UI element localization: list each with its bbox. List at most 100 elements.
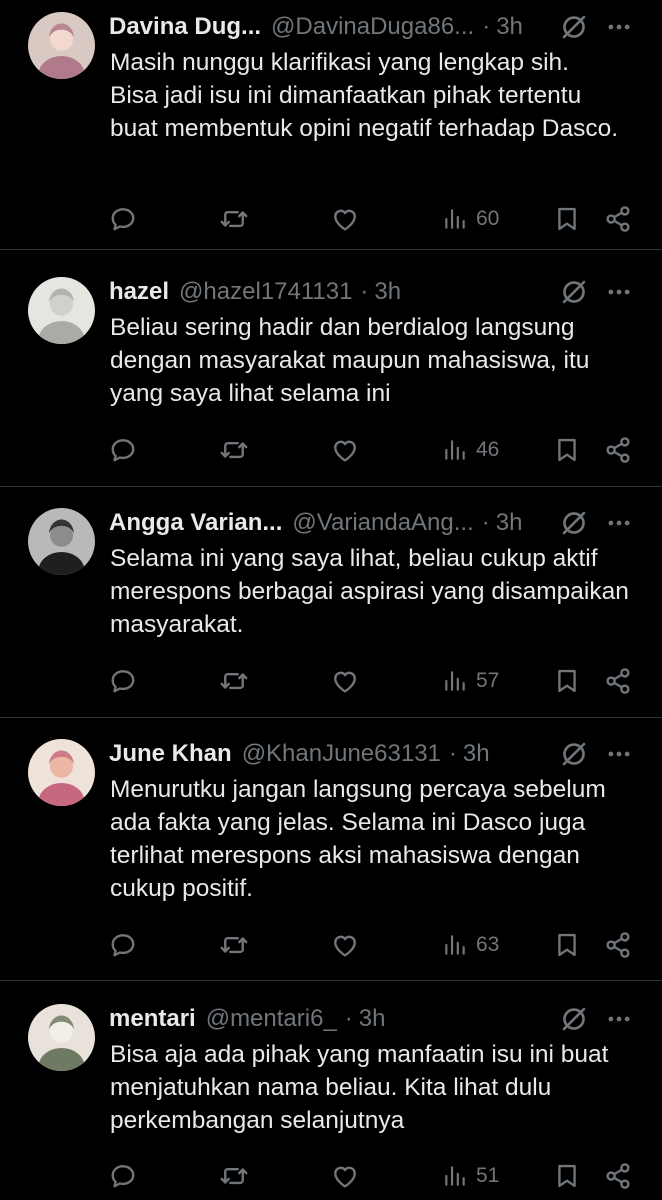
- tweet-reply[interactable]: hazel @hazel1741131 · 3h Beliau sering h…: [0, 250, 662, 487]
- views-count: 51: [476, 1164, 500, 1187]
- like-icon: [330, 435, 360, 465]
- separator-dot: ·: [482, 13, 491, 40]
- tweet-text: Bisa aja ada pihak yang manfaatin isu in…: [110, 1041, 609, 1134]
- display-name[interactable]: June Khan: [109, 740, 232, 768]
- timestamp[interactable]: 3h: [496, 509, 523, 537]
- avatar[interactable]: [28, 277, 95, 344]
- share-icon: [603, 666, 633, 696]
- more-icon[interactable]: [604, 739, 634, 769]
- more-icon[interactable]: [604, 12, 634, 42]
- mute-icon[interactable]: [559, 739, 589, 769]
- retweet-icon: [218, 930, 250, 960]
- views-button[interactable]: 57: [442, 663, 499, 699]
- display-name[interactable]: hazel: [109, 278, 169, 306]
- more-icon[interactable]: [604, 1004, 634, 1034]
- tweet-reply[interactable]: Angga Varian... @VariandaAng... · 3h Sel…: [0, 487, 662, 718]
- display-name[interactable]: Davina Dug...: [109, 13, 261, 41]
- retweet-icon: [218, 435, 250, 465]
- bookmark-button[interactable]: [553, 1158, 581, 1194]
- retweet-icon: [218, 204, 250, 234]
- more-icon[interactable]: [604, 508, 634, 538]
- like-button[interactable]: [330, 432, 360, 468]
- retweet-icon: [218, 1161, 250, 1191]
- tweet-text: Masih nunggu klarifikasi yang lengkap si…: [110, 49, 619, 142]
- bookmark-icon: [553, 435, 581, 465]
- bookmark-icon: [553, 1161, 581, 1191]
- retweet-button[interactable]: [218, 432, 250, 468]
- tweet-text: Menurutku jangan langsung percaya sebelu…: [110, 776, 606, 902]
- avatar[interactable]: [28, 508, 95, 575]
- tweet-reply[interactable]: Davina Dug... @DavinaDuga86... · 3h Masi…: [0, 0, 662, 250]
- separator-dot: ·: [344, 1005, 353, 1032]
- share-button[interactable]: [603, 663, 633, 699]
- timestamp[interactable]: 3h: [496, 13, 523, 41]
- like-icon: [330, 930, 360, 960]
- retweet-button[interactable]: [218, 1158, 250, 1194]
- share-button[interactable]: [603, 1158, 633, 1194]
- avatar[interactable]: [28, 1004, 95, 1071]
- more-icon[interactable]: [604, 277, 634, 307]
- retweet-button[interactable]: [218, 663, 250, 699]
- retweet-button[interactable]: [218, 927, 250, 963]
- tweet-actions: 46: [0, 432, 662, 468]
- reply-feed: Davina Dug... @DavinaDuga86... · 3h Masi…: [0, 0, 662, 1200]
- views-button[interactable]: 60: [442, 201, 499, 237]
- tweet-actions: 57: [0, 663, 662, 699]
- bookmark-button[interactable]: [553, 432, 581, 468]
- tweet-reply[interactable]: June Khan @KhanJune63131 · 3h Menurutku …: [0, 718, 662, 981]
- views-icon: [442, 667, 468, 695]
- tweet-actions: 51: [0, 1158, 662, 1194]
- mute-icon[interactable]: [559, 508, 589, 538]
- bookmark-icon: [553, 204, 581, 234]
- tweet-text: Selama ini yang saya lihat, beliau cukup…: [110, 545, 629, 638]
- share-button[interactable]: [603, 927, 633, 963]
- user-handle[interactable]: @KhanJune63131: [242, 740, 441, 768]
- share-button[interactable]: [603, 201, 633, 237]
- user-handle[interactable]: @hazel1741131: [179, 278, 352, 306]
- mute-icon[interactable]: [559, 12, 589, 42]
- avatar[interactable]: [28, 12, 95, 79]
- views-count: 63: [476, 933, 500, 956]
- reply-button[interactable]: [108, 927, 138, 963]
- mute-icon[interactable]: [559, 277, 589, 307]
- separator-dot: ·: [481, 509, 490, 536]
- tweet-reply[interactable]: mentari @mentari6_ · 3h Bisa aja ada pih…: [0, 981, 662, 1200]
- display-name[interactable]: mentari: [109, 1005, 196, 1033]
- mute-icon[interactable]: [559, 1004, 589, 1034]
- bookmark-button[interactable]: [553, 663, 581, 699]
- user-handle[interactable]: @VariandaAng...: [292, 509, 473, 537]
- share-icon: [603, 1161, 633, 1191]
- timestamp[interactable]: 3h: [359, 1005, 386, 1033]
- display-name[interactable]: Angga Varian...: [109, 509, 282, 537]
- timestamp[interactable]: 3h: [374, 278, 401, 306]
- retweet-button[interactable]: [218, 201, 250, 237]
- reply-button[interactable]: [108, 432, 138, 468]
- views-button[interactable]: 46: [442, 432, 499, 468]
- like-button[interactable]: [330, 201, 360, 237]
- tweet-actions: 63: [0, 927, 662, 963]
- tweet-text: Beliau sering hadir dan berdialog langsu…: [110, 314, 590, 407]
- like-button[interactable]: [330, 927, 360, 963]
- like-icon: [330, 666, 360, 696]
- like-button[interactable]: [330, 1158, 360, 1194]
- like-icon: [330, 1161, 360, 1191]
- share-icon: [603, 435, 633, 465]
- views-count: 57: [476, 669, 500, 692]
- bookmark-button[interactable]: [553, 927, 581, 963]
- share-icon: [603, 930, 633, 960]
- views-button[interactable]: 51: [442, 1158, 499, 1194]
- user-handle[interactable]: @DavinaDuga86...: [271, 13, 474, 41]
- bookmark-button[interactable]: [553, 201, 581, 237]
- timestamp[interactable]: 3h: [463, 740, 490, 768]
- views-button[interactable]: 63: [442, 927, 499, 963]
- bookmark-icon: [553, 666, 581, 696]
- avatar[interactable]: [28, 739, 95, 806]
- reply-button[interactable]: [108, 201, 138, 237]
- user-handle[interactable]: @mentari6_: [206, 1005, 337, 1033]
- reply-button[interactable]: [108, 663, 138, 699]
- separator-dot: ·: [360, 278, 369, 305]
- reply-icon: [108, 435, 138, 465]
- share-button[interactable]: [603, 432, 633, 468]
- like-button[interactable]: [330, 663, 360, 699]
- reply-button[interactable]: [108, 1158, 138, 1194]
